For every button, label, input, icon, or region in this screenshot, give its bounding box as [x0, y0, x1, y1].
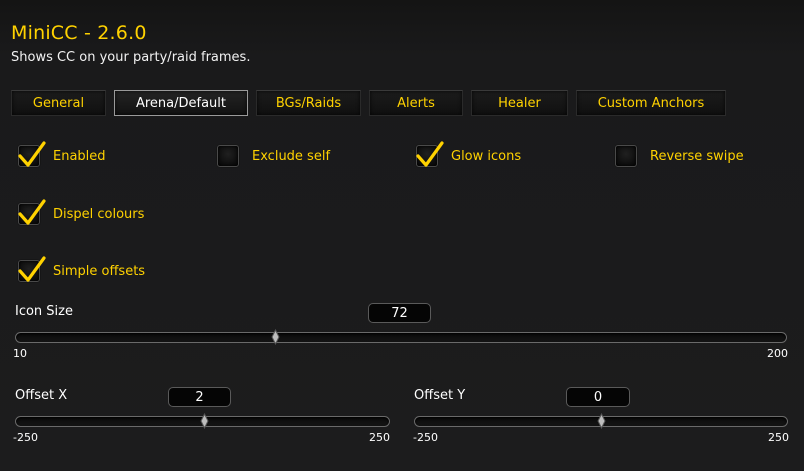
- glow-icons-checkbox[interactable]: [416, 141, 444, 167]
- tab-general[interactable]: General: [11, 90, 106, 116]
- checkmark-icon: [416, 141, 444, 167]
- offset-x-min: -250: [13, 431, 38, 444]
- checkmark-icon: [18, 256, 46, 282]
- checkmark-icon: [18, 141, 46, 167]
- tab-arena-default[interactable]: Arena/Default: [114, 90, 248, 116]
- icon-size-max: 200: [767, 347, 788, 360]
- tab-custom-anchors[interactable]: Custom Anchors: [576, 90, 726, 116]
- offset-y-value-box[interactable]: 0: [566, 387, 630, 407]
- offset-y-min: -250: [413, 431, 438, 444]
- exclude-self-label: Exclude self: [252, 148, 331, 164]
- tab-healer[interactable]: Healer: [471, 90, 568, 116]
- slider-thumb[interactable]: [271, 329, 281, 345]
- simple-offsets-option[interactable]: Simple offsets: [18, 256, 146, 282]
- dispel-colours-checkbox[interactable]: [18, 199, 46, 225]
- enabled-checkbox[interactable]: [18, 141, 46, 167]
- reverse-swipe-label: Reverse swipe: [650, 148, 744, 164]
- checkmark-icon: [18, 199, 46, 225]
- icon-size-value-box[interactable]: 72: [368, 303, 431, 323]
- offset-y-label: Offset Y: [414, 388, 466, 403]
- exclude-self-option[interactable]: Exclude self: [217, 145, 330, 167]
- icon-size-slider[interactable]: [15, 329, 787, 345]
- simple-offsets-label: Simple offsets: [53, 263, 146, 279]
- dispel-colours-label: Dispel colours: [53, 206, 145, 222]
- tab-bgs-raids[interactable]: BGs/Raids: [256, 90, 361, 116]
- addon-title: MiniCC - 2.6.0: [11, 22, 147, 44]
- addon-subtitle: Shows CC on your party/raid frames.: [11, 50, 251, 65]
- reverse-swipe-option[interactable]: Reverse swipe: [615, 145, 744, 167]
- offset-x-max: 250: [369, 431, 390, 444]
- slider-thumb[interactable]: [200, 413, 209, 429]
- enabled-option[interactable]: Enabled: [18, 141, 106, 167]
- tab-alerts[interactable]: Alerts: [369, 90, 463, 116]
- icon-size-min: 10: [13, 347, 27, 360]
- glow-icons-option[interactable]: Glow icons: [416, 141, 522, 167]
- enabled-label: Enabled: [53, 148, 106, 164]
- offset-x-slider[interactable]: [15, 413, 390, 429]
- offset-y-slider[interactable]: [414, 413, 788, 429]
- icon-size-label: Icon Size: [15, 304, 73, 319]
- reverse-swipe-checkbox[interactable]: [615, 145, 637, 167]
- glow-icons-label: Glow icons: [451, 148, 522, 164]
- slider-thumb[interactable]: [597, 413, 606, 429]
- offset-x-value-box[interactable]: 2: [168, 387, 231, 407]
- dispel-colours-option[interactable]: Dispel colours: [18, 199, 145, 225]
- exclude-self-checkbox[interactable]: [217, 145, 239, 167]
- simple-offsets-checkbox[interactable]: [18, 256, 46, 282]
- offset-y-max: 250: [768, 431, 789, 444]
- offset-x-label: Offset X: [15, 388, 68, 403]
